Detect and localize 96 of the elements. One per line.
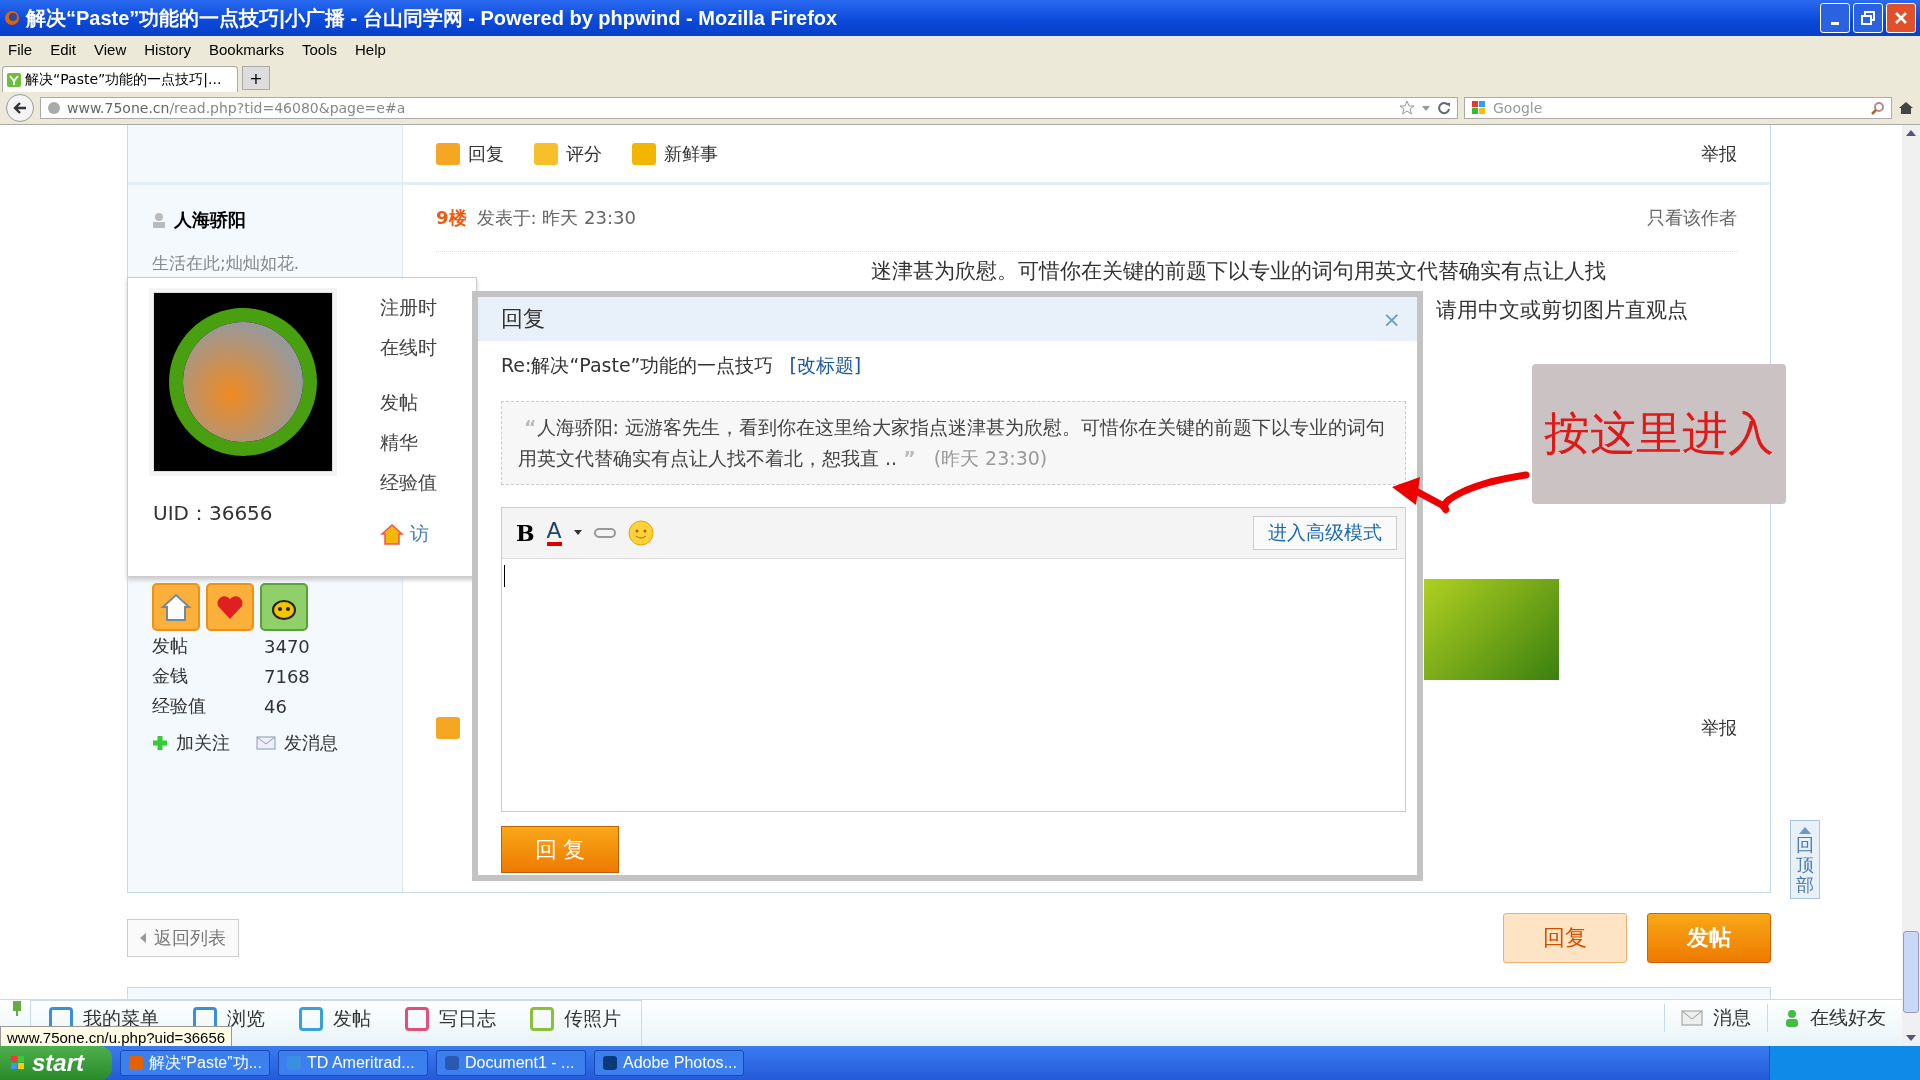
minimize-button[interactable] bbox=[1820, 3, 1850, 33]
signature-text: 生活在此;灿灿如花. bbox=[152, 252, 301, 275]
back-to-list-button[interactable]: 返回列表 bbox=[127, 919, 239, 957]
reply-subject: Re:解决“Paste”功能的一点技巧 bbox=[501, 353, 774, 378]
home-icon[interactable] bbox=[1898, 100, 1914, 116]
menu-item[interactable]: View bbox=[94, 40, 127, 58]
pin-icon bbox=[10, 1000, 24, 1016]
edit-subject-link[interactable]: [改标题] bbox=[789, 353, 862, 379]
report-link[interactable]: 举报 bbox=[1701, 716, 1737, 740]
star-icon[interactable] bbox=[1399, 100, 1415, 116]
stat-label: 发帖 bbox=[152, 634, 189, 658]
uid-value: 36656 bbox=[208, 501, 273, 525]
house-badge-icon[interactable] bbox=[152, 583, 200, 631]
windows-logo-icon bbox=[10, 1055, 26, 1071]
reload-icon[interactable] bbox=[1437, 101, 1451, 115]
envelope-icon bbox=[256, 735, 276, 751]
status-url-tooltip: www.75one.cn/u.php?uid=36656 bbox=[0, 1026, 233, 1046]
search-engine-icon bbox=[1471, 100, 1487, 116]
back-arrow-icon bbox=[12, 100, 28, 116]
stat-value: 3470 bbox=[264, 635, 310, 657]
post-action-link[interactable]: 评分 bbox=[534, 141, 602, 166]
globe-icon bbox=[47, 101, 61, 115]
toolbar-item[interactable]: 发帖 bbox=[299, 1005, 371, 1033]
browser-logo-icon bbox=[4, 10, 20, 26]
quote-text: “人海骄阳: 远游客先生，看到你在这里给大家指点迷津甚为欣慰。可惜你在关键的前题下以专业的词句用英文代替确实有点让人找不着北，恕我直 .. ” (昨天 23:30) bbox=[518, 415, 1386, 471]
annotation-note: 按这里进入 bbox=[1532, 364, 1786, 504]
scrollbar-thumb[interactable] bbox=[1903, 931, 1919, 1013]
online-friends-button[interactable]: 在线好友 bbox=[1767, 1004, 1902, 1032]
close-icon bbox=[1894, 11, 1908, 25]
taskbar-item[interactable]: Document1 - ... bbox=[436, 1050, 586, 1076]
profile-field-label: 精华 bbox=[380, 430, 419, 455]
font-color-button[interactable]: A bbox=[546, 520, 562, 546]
uid-label: UID： bbox=[153, 501, 209, 525]
menu-item[interactable]: Bookmarks bbox=[208, 40, 284, 58]
profile-field-label: 发帖 bbox=[380, 390, 419, 415]
house-icon bbox=[380, 523, 404, 545]
minimize-icon bbox=[1831, 21, 1839, 25]
start-button[interactable]: start bbox=[0, 1046, 112, 1080]
stat-label: 经验值 bbox=[152, 694, 207, 718]
bold-button[interactable]: B bbox=[516, 520, 535, 546]
dialog-title: 回复 bbox=[501, 305, 545, 333]
author-name[interactable]: 人海骄阳 bbox=[174, 208, 246, 232]
link-icon[interactable] bbox=[593, 527, 616, 539]
browser-tab[interactable]: 解决“Paste”功能的一点技巧|... bbox=[2, 66, 238, 92]
taskbar-item[interactable]: TD Ameritrad... bbox=[278, 1050, 428, 1076]
menu-item[interactable]: Edit bbox=[50, 40, 77, 58]
stat-value: 7168 bbox=[264, 665, 310, 687]
envelope-icon bbox=[1681, 1010, 1703, 1026]
message-link[interactable]: 发消息 bbox=[256, 731, 338, 755]
post-text: 请用中文或剪切图片直观点 bbox=[1436, 298, 1688, 322]
address-field[interactable]: www.75one.cn/read.php?tid=46080&page=e#a bbox=[40, 97, 1458, 119]
toolbar-item[interactable]: 写日志 bbox=[405, 1005, 496, 1033]
up-arrow-icon bbox=[1798, 825, 1812, 835]
post-time: 发表于: 昨天 23:30 bbox=[476, 206, 636, 230]
advanced-mode-button[interactable]: 进入高级模式 bbox=[1253, 516, 1397, 550]
visit-link[interactable]: 访 bbox=[410, 521, 429, 547]
post-action-link[interactable]: 回复 bbox=[436, 141, 504, 166]
stat-label: 金钱 bbox=[152, 664, 189, 688]
toolbar-item[interactable]: 传照片 bbox=[530, 1005, 621, 1033]
plus-icon bbox=[152, 735, 168, 751]
close-button[interactable] bbox=[1886, 3, 1916, 33]
back-to-top-button[interactable]: 回顶部 bbox=[1790, 820, 1820, 900]
menu-item[interactable]: Help bbox=[355, 40, 386, 58]
floor-number: 9楼 bbox=[436, 206, 467, 230]
only-author-link[interactable]: 只看该作者 bbox=[1647, 206, 1737, 230]
restore-button[interactable] bbox=[1853, 3, 1883, 33]
user-icon bbox=[1784, 1009, 1800, 1027]
restore-icon bbox=[1861, 11, 1875, 25]
window-title: 解决“Paste”功能的一点技巧|小广播 - 台山同学网 - Powered by phpwind - Mozilla Firefox bbox=[26, 5, 838, 31]
site-favicon-icon bbox=[7, 72, 21, 87]
smiley-icon[interactable] bbox=[627, 520, 654, 546]
reply-button[interactable]: 回复 bbox=[1503, 913, 1627, 963]
profile-field-label: 经验值 bbox=[380, 470, 437, 495]
scroll-down-icon[interactable] bbox=[1905, 1033, 1917, 1043]
search-icon[interactable] bbox=[1871, 101, 1885, 115]
left-caret-icon bbox=[140, 933, 146, 943]
taskbar-item[interactable]: Adobe Photos... bbox=[594, 1050, 744, 1076]
stat-value: 46 bbox=[264, 695, 287, 717]
user-icon bbox=[152, 212, 166, 228]
report-link[interactable]: 举报 bbox=[1701, 141, 1737, 166]
menu-item[interactable]: History bbox=[144, 40, 191, 58]
profile-field-label: 注册时 bbox=[380, 295, 437, 320]
heart-badge-icon[interactable] bbox=[206, 583, 254, 631]
taskbar-item[interactable]: 解决“Paste”功... bbox=[120, 1050, 270, 1076]
back-button[interactable] bbox=[6, 94, 34, 122]
scroll-up-icon[interactable] bbox=[1905, 128, 1917, 138]
profile-field-label: 在线时 bbox=[380, 335, 437, 360]
messages-button[interactable]: 消息 bbox=[1664, 1004, 1767, 1032]
menu-item[interactable]: Tools bbox=[302, 40, 337, 58]
post-action-link[interactable]: 新鲜事 bbox=[632, 141, 718, 166]
caret-icon[interactable] bbox=[573, 530, 582, 536]
post-text: 迷津甚为欣慰。可惜你在关键的前题下以专业的词句用英文代替确实有点让人找 bbox=[871, 259, 1606, 283]
new-tab-button[interactable]: + bbox=[242, 66, 270, 90]
menu-item[interactable]: File bbox=[8, 40, 33, 58]
dropdown-icon[interactable] bbox=[1421, 103, 1431, 113]
follow-link[interactable]: 加关注 bbox=[152, 731, 230, 755]
